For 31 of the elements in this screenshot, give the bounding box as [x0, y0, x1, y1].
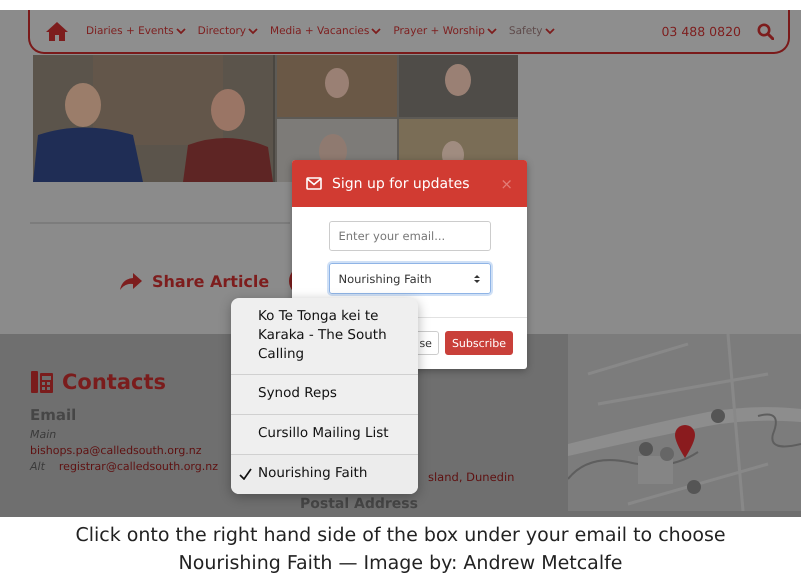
- envelope-icon: [306, 177, 322, 190]
- share-article-link[interactable]: Share Article: [152, 272, 270, 290]
- sort-arrows-icon: [472, 274, 480, 284]
- phone-number: 03 488 0820: [661, 24, 741, 38]
- nav-menu-item[interactable]: Safety: [508, 25, 554, 37]
- chevron-icon: [371, 27, 382, 35]
- checkmark-icon: [239, 468, 252, 480]
- chevron-icon: [248, 27, 258, 35]
- dropdown-option[interactable]: Synod Reps: [231, 375, 418, 415]
- chevron-icon: [176, 27, 186, 35]
- subscribe-button[interactable]: Subscribe: [444, 331, 513, 355]
- email-link[interactable]: registrar@calledsouth.org.nz: [58, 460, 218, 473]
- nav-menu-item[interactable]: Directory: [198, 25, 258, 37]
- address-text: sland, Dunedin: [428, 470, 514, 484]
- nav-menu-item[interactable]: Diaries + Events: [86, 25, 186, 37]
- chevron-icon: [486, 27, 497, 35]
- phone-book-icon: [30, 370, 54, 394]
- email-input-field[interactable]: Enter your email...: [328, 221, 490, 251]
- share-icon: [118, 270, 144, 292]
- dropdown-option[interactable]: Ko Te Tonga kei te Karaka - The South Calling: [231, 298, 418, 375]
- search-icon[interactable]: [757, 22, 774, 40]
- nav-menu-item[interactable]: Prayer + Worship: [393, 25, 497, 37]
- image-caption: Click onto the right hand side of the box under your email to choose Nourishing Faith — Image by: Andrew Metcalfe: [74, 522, 727, 576]
- close-button[interactable]: ×: [500, 174, 513, 192]
- dropdown-option[interactable]: Nourishing Faith: [231, 455, 418, 494]
- contacts-heading: Contacts: [62, 370, 166, 394]
- list-select[interactable]: Nourishing Faith: [328, 263, 490, 294]
- chevron-icon: [544, 27, 554, 35]
- nav-menu-item[interactable]: Media + Vacancies: [270, 25, 382, 37]
- home-icon[interactable]: [45, 20, 69, 42]
- dialog-title: Sign up for updates: [332, 176, 471, 192]
